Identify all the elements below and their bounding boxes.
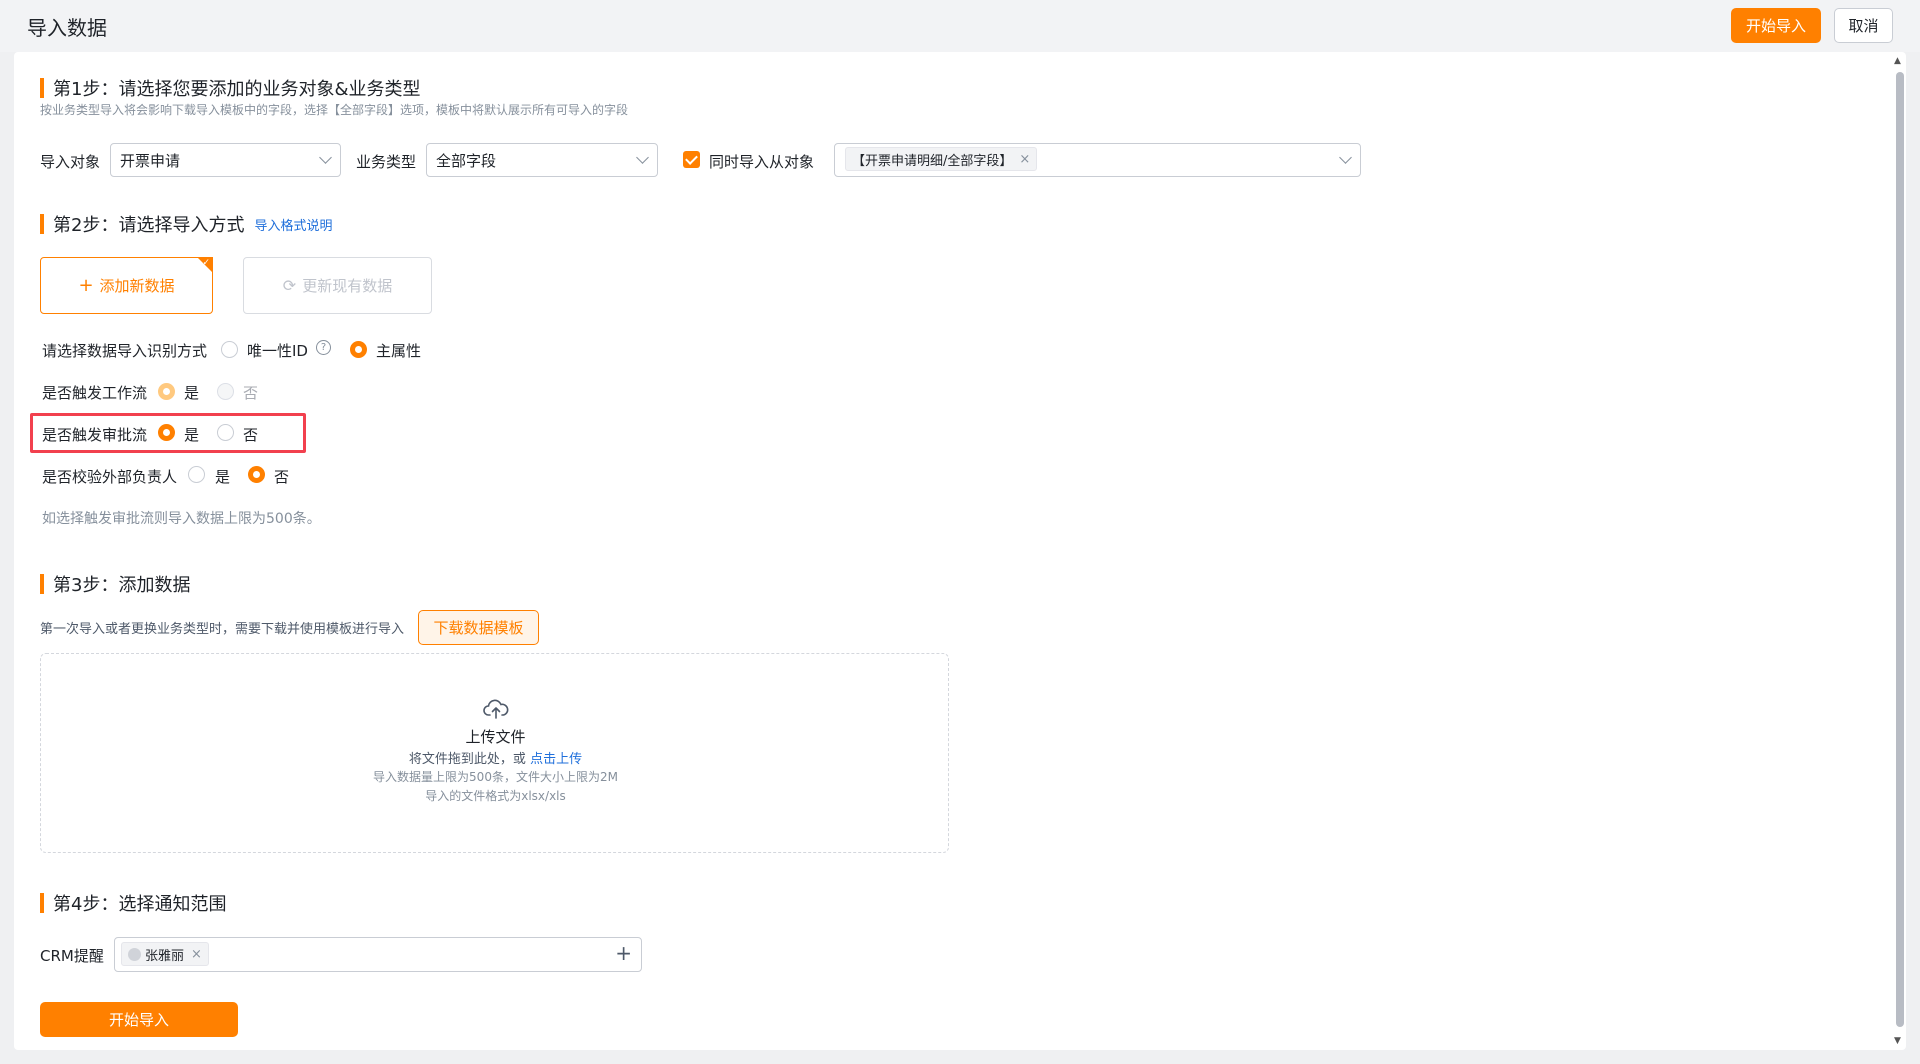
upload-dropzone[interactable]: 上传文件 将文件拖到此处，或 点击上传 导入数据量上限为500条，文件大小上限为… [40,653,949,853]
step3-hint: 第一次导入或者更换业务类型时，需要下载并使用模板进行导入 [40,622,405,637]
help-icon[interactable]: ? [316,340,331,355]
import-format-link[interactable]: 导入格式说明 [254,215,332,234]
step1-hint: 按业务类型导入将会影响下载导入模板中的字段，选择【全部字段】选项，模板中将默认展… [40,103,629,117]
business-type-label: 业务类型 [356,153,417,171]
external-owner-no-radio[interactable] [248,466,265,483]
step2-title-text: 第2步：请选择导入方式 [53,215,245,236]
step4-title-text: 第4步：选择通知范围 [53,894,227,915]
import-sub-object-checkbox[interactable] [683,151,700,168]
external-owner-no-label: 否 [274,468,290,486]
upload-limit-text: 导入数据量上限为500条，文件大小上限为2M [373,770,618,784]
crm-reminder-field[interactable]: 张雅丽 × + [114,937,642,972]
section-bar [40,214,44,234]
identify-main-attr-label: 主属性 [376,342,422,360]
close-icon[interactable]: × [1019,152,1030,167]
scrollbar-thumb[interactable] [1896,72,1904,1027]
chevron-down-icon [636,151,649,164]
member-tag: 张雅丽 × [121,942,209,966]
step2-title: 第2步：请选择导入方式 导入格式说明 [40,211,332,237]
refresh-icon: ⟳ [282,276,297,295]
identify-unique-id-label: 唯一性ID [247,342,308,360]
section-bar [40,574,44,594]
top-bar [0,0,1920,52]
add-new-data-card[interactable]: + 添加新数据 ✓ [40,257,213,314]
identify-unique-id-radio[interactable] [221,341,238,358]
click-upload-link[interactable]: 点击上传 [530,752,582,767]
section-bar [40,78,44,98]
import-object-value: 开票申请 [120,151,181,170]
identify-method-label: 请选择数据导入识别方式 [42,342,208,360]
step3-title-text: 第3步：添加数据 [53,575,191,596]
external-owner-yes-radio[interactable] [188,466,205,483]
cancel-button[interactable]: 取消 [1834,8,1893,43]
import-object-select[interactable]: 开票申请 [110,143,341,177]
sub-object-tag-label: 【开票申请明细/全部字段】 [852,153,1013,169]
scroll-up-icon[interactable]: ▲ [1894,56,1901,66]
import-object-label: 导入对象 [40,153,101,171]
upload-drag-line: 将文件拖到此处，或 点击上传 [41,748,950,767]
upload-format-text: 导入的文件格式为xlsx/xls [425,789,566,803]
chevron-down-icon [319,151,332,164]
avatar [128,947,141,961]
business-type-select[interactable]: 全部字段 [426,143,658,177]
step1-title: 第1步：请选择您要添加的业务对象&业务类型 [40,75,421,101]
page-title: 导入数据 [27,16,107,40]
update-existing-data-card[interactable]: ⟳ 更新现有数据 [243,257,432,314]
import-sub-object-label: 同时导入从对象 [709,153,815,171]
workflow-label: 是否触发工作流 [42,384,148,402]
business-type-value: 全部字段 [436,151,497,170]
workflow-no-radio[interactable] [217,383,234,400]
add-new-data-label: 添加新数据 [99,277,175,295]
external-owner-label: 是否校验外部负责人 [42,468,178,486]
step4-title: 第4步：选择通知范围 [40,890,226,916]
approval-highlight-box [30,413,306,453]
step1-title-text: 第1步：请选择您要添加的业务对象&业务类型 [53,79,421,100]
external-owner-yes-label: 是 [215,468,231,486]
section-bar [40,893,44,913]
workflow-no-label: 否 [243,384,259,402]
approval-limit-note: 如选择触发审批流则导入数据上限为500条。 [42,511,321,527]
workflow-yes-label: 是 [184,384,200,402]
update-existing-data-label: 更新现有数据 [302,277,393,295]
identify-main-attr-radio[interactable] [350,341,367,358]
chevron-down-icon [1339,151,1352,164]
workflow-yes-radio[interactable] [158,383,175,400]
plus-icon: + [78,275,94,296]
close-icon[interactable]: × [191,947,202,962]
start-import-button-top[interactable]: 开始导入 [1731,8,1821,43]
sub-object-tag: 【开票申请明细/全部字段】 × [845,147,1038,171]
check-icon: ✓ [202,258,210,268]
scroll-down-icon[interactable]: ▼ [1894,1036,1901,1046]
import-panel [14,52,1906,1050]
start-import-button[interactable]: 开始导入 [40,1002,238,1037]
upload-cloud-icon [41,698,950,724]
crm-reminder-label: CRM提醒 [40,947,104,965]
member-name: 张雅丽 [145,948,185,964]
upload-drag-text: 将文件拖到此处，或 [408,752,526,767]
download-template-button[interactable]: 下载数据模板 [418,610,539,645]
step3-title: 第3步：添加数据 [40,571,190,597]
add-member-icon[interactable]: + [615,941,632,965]
upload-title: 上传文件 [465,728,526,746]
